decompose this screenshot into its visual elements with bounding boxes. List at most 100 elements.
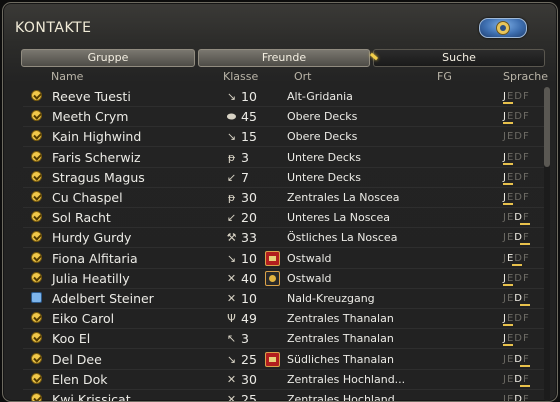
contact-location: Obere Decks [287,130,358,143]
tab-gruppe[interactable]: Gruppe [21,49,195,67]
contact-name: Sol Racht [52,210,111,225]
language-indicator [503,284,513,286]
new-adventurer-icon [31,292,42,303]
language-letter: F [522,374,530,385]
contact-level: 25 [241,352,257,367]
table-row[interactable]: Elen Dok ✕ 30 Zentrales Hochland... JEDF [23,370,547,390]
online-status-icon [31,110,42,121]
contact-name: Stragus Magus [52,170,145,185]
selected-tab-marker-icon [369,52,379,61]
online-status-icon [31,231,42,242]
language-indicator [503,102,513,104]
contacts-window: KONTAKTE Gruppe Freunde Suche Name Klass… [2,2,558,402]
table-row[interactable]: Koo El ↖ 3 Zentrales Thanalan JEDF [23,329,547,349]
language-letter: D [514,192,523,203]
online-status-icon [31,171,42,182]
header-name[interactable]: Name [51,70,83,83]
contact-name: Adelbert Steiner [52,291,154,306]
language-letter: F [522,313,530,324]
marauder-icon: Ψ [227,312,236,325]
language-letter: F [522,333,530,344]
table-row[interactable]: Faris Scherwiz ᵽ 3 Untere Decks JEDF [23,148,547,168]
contact-level: 10 [241,291,257,306]
table-row[interactable]: Del Dee ↘ 25 Südliches Thanalan JEDF [23,350,547,370]
language-flags: JEDF [503,269,530,288]
table-row[interactable]: Julia Heatilly ✕ 40 Ostwald JEDF [23,269,547,289]
language-letter: D [514,394,523,402]
online-status-icon [31,332,42,343]
contact-name: Hurdy Gurdy [52,230,132,245]
contact-location: Zentrales La Noscea [287,191,400,204]
table-row[interactable]: Reeve Tuesti ↘ 10 Alt-Gridania JEDF [23,87,547,107]
language-letter: D [514,131,523,142]
table-row[interactable]: Sol Racht ↙ 20 Unteres La Noscea JEDF [23,208,547,228]
language-letter: F [522,192,530,203]
contact-location: Obere Decks [287,110,358,123]
language-letter: F [522,172,530,183]
tab-suche[interactable]: Suche [369,49,545,67]
language-flags: JEDF [503,228,530,247]
language-letter: F [522,152,530,163]
language-letter: F [522,394,530,402]
table-row[interactable]: Kain Highwind ↘ 15 Obere Decks JEDF [23,127,547,147]
language-indicator [503,183,513,185]
language-letter: D [514,354,523,365]
tab-suche-label: Suche [442,51,476,64]
contact-list: Reeve Tuesti ↘ 10 Alt-Gridania JEDF Meeth Cry… [23,87,547,402]
contact-level: 45 [241,109,257,124]
contact-name: Del Dee [52,352,102,367]
table-row[interactable]: Cu Chaspel ᵽ 30 Zentrales La Noscea JEDF [23,188,547,208]
contact-location: Zentrales Thanalan [287,312,394,325]
pugilist-icon: ✕ [226,292,237,305]
contact-level: 20 [241,210,257,225]
online-status-icon [31,373,42,384]
language-flags: JEDF [503,107,530,126]
header-klasse[interactable]: Klasse [223,70,258,83]
scrollbar-thumb[interactable] [544,87,550,167]
column-headers: Name Klasse Ort FG Sprache [3,70,557,84]
language-letter: D [514,172,523,183]
language-flags: JEDF [503,249,530,268]
table-row[interactable]: Fiona Alfitaria ↘ 10 Ostwald JEDF [23,249,547,269]
language-flags: JEDF [503,350,530,369]
grand-company-icon [265,251,280,266]
contact-name: Elen Dok [52,372,108,387]
window-title: KONTAKTE [15,20,92,36]
language-flags: JEDF [503,289,530,308]
contact-level: 10 [241,89,257,104]
header-sprache[interactable]: Sprache [503,70,548,83]
contact-level: 3 [241,331,249,346]
language-letter: F [522,131,530,142]
contact-level: 25 [241,392,257,402]
language-letter: F [522,273,530,284]
contact-name: Meeth Crym [52,109,129,124]
language-letter: F [522,354,530,365]
language-indicator [511,264,522,266]
header-ort[interactable]: Ort [294,70,312,83]
table-row[interactable]: Meeth Crym ⬬ 45 Obere Decks JEDF [23,107,547,127]
table-row[interactable]: Adelbert Steiner ✕ 10 Nald-Kreuzgang JEDF [23,289,547,309]
language-letter: D [514,374,523,385]
settings-button[interactable] [479,18,527,38]
table-row[interactable]: Eiko Carol Ψ 49 Zentrales Thanalan JEDF [23,309,547,329]
header-fg[interactable]: FG [437,70,452,83]
language-letter: F [522,91,530,102]
table-row[interactable]: Stragus Magus ↙ 7 Untere Decks JEDF [23,168,547,188]
contact-location: Zentrales Hochland... [287,373,406,386]
table-row[interactable]: Hurdy Gurdy ⚒ 33 Östliches La Noscea JEDF [23,228,547,248]
contact-name: Faris Scherwiz [52,150,141,165]
contact-location: Unteres La Noscea [287,211,390,224]
language-indicator [503,122,513,124]
lancer-icon: ↘ [226,90,237,103]
online-status-icon [31,252,42,263]
language-indicator [503,163,513,165]
lancer-icon: ↘ [226,252,237,265]
language-letter: D [514,152,523,163]
contact-name: Kain Highwind [52,129,142,144]
language-indicator [520,243,530,245]
table-row[interactable]: Kwi Krissicat ✕ 25 Zentrales Hochland JEDF [23,390,547,402]
scrollbar[interactable] [544,87,550,401]
tab-freunde[interactable]: Freunde [198,49,370,67]
conjurer-icon: ↙ [226,211,237,224]
contact-name: Kwi Krissicat [52,392,131,402]
